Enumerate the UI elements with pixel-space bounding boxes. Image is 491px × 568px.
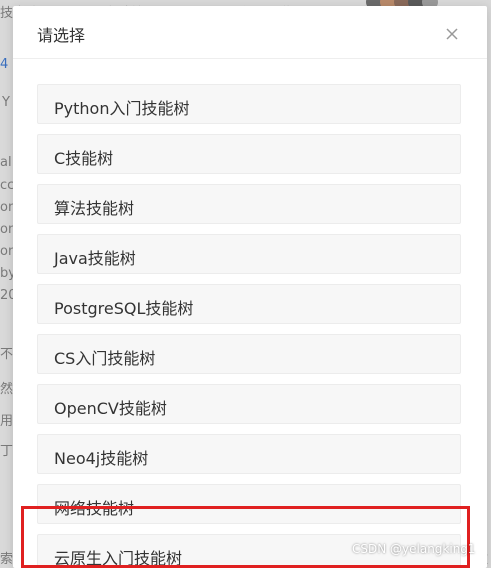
option-algorithm[interactable]: 算法技能树	[37, 184, 461, 224]
option-label: OpenCV技能树	[54, 399, 167, 418]
dialog-title: 请选择	[37, 26, 86, 45]
option-java[interactable]: Java技能树	[37, 234, 461, 274]
option-label: 云原生入门技能树	[54, 549, 183, 568]
option-c[interactable]: C技能树	[37, 134, 461, 174]
option-label: Neo4j技能树	[54, 449, 149, 468]
option-label: PostgreSQL技能树	[54, 299, 194, 318]
option-network[interactable]: 网络技能树	[37, 484, 461, 524]
option-python[interactable]: Python入门技能树	[37, 84, 461, 124]
bg-fragment: 丁	[0, 444, 14, 459]
option-label: Java技能树	[54, 249, 136, 268]
watermark: CSDN @yelangking1	[352, 542, 476, 556]
option-label: Python入门技能树	[54, 99, 190, 118]
bg-fragment: Y	[2, 95, 10, 110]
option-label: C技能树	[54, 149, 114, 168]
close-icon	[446, 28, 458, 40]
option-cs[interactable]: CS入门技能树	[37, 334, 461, 374]
close-button[interactable]	[441, 23, 463, 45]
option-label: 算法技能树	[54, 199, 135, 218]
option-label: 网络技能树	[54, 499, 135, 518]
bg-fragment: 4	[0, 57, 9, 72]
option-postgresql[interactable]: PostgreSQL技能树	[37, 284, 461, 324]
bg-fragment: al	[0, 155, 12, 170]
dialog-header: 请选择	[13, 6, 487, 59]
option-neo4j[interactable]: Neo4j技能树	[37, 434, 461, 474]
option-opencv[interactable]: OpenCV技能树	[37, 384, 461, 424]
option-list: Python入门技能树 C技能树 算法技能树 Java技能树 PostgreSQ…	[37, 84, 461, 568]
select-dialog: 请选择 Python入门技能树 C技能树 算法技能树 Java技能树 Postg…	[13, 6, 487, 568]
option-label: CS入门技能树	[54, 349, 156, 368]
